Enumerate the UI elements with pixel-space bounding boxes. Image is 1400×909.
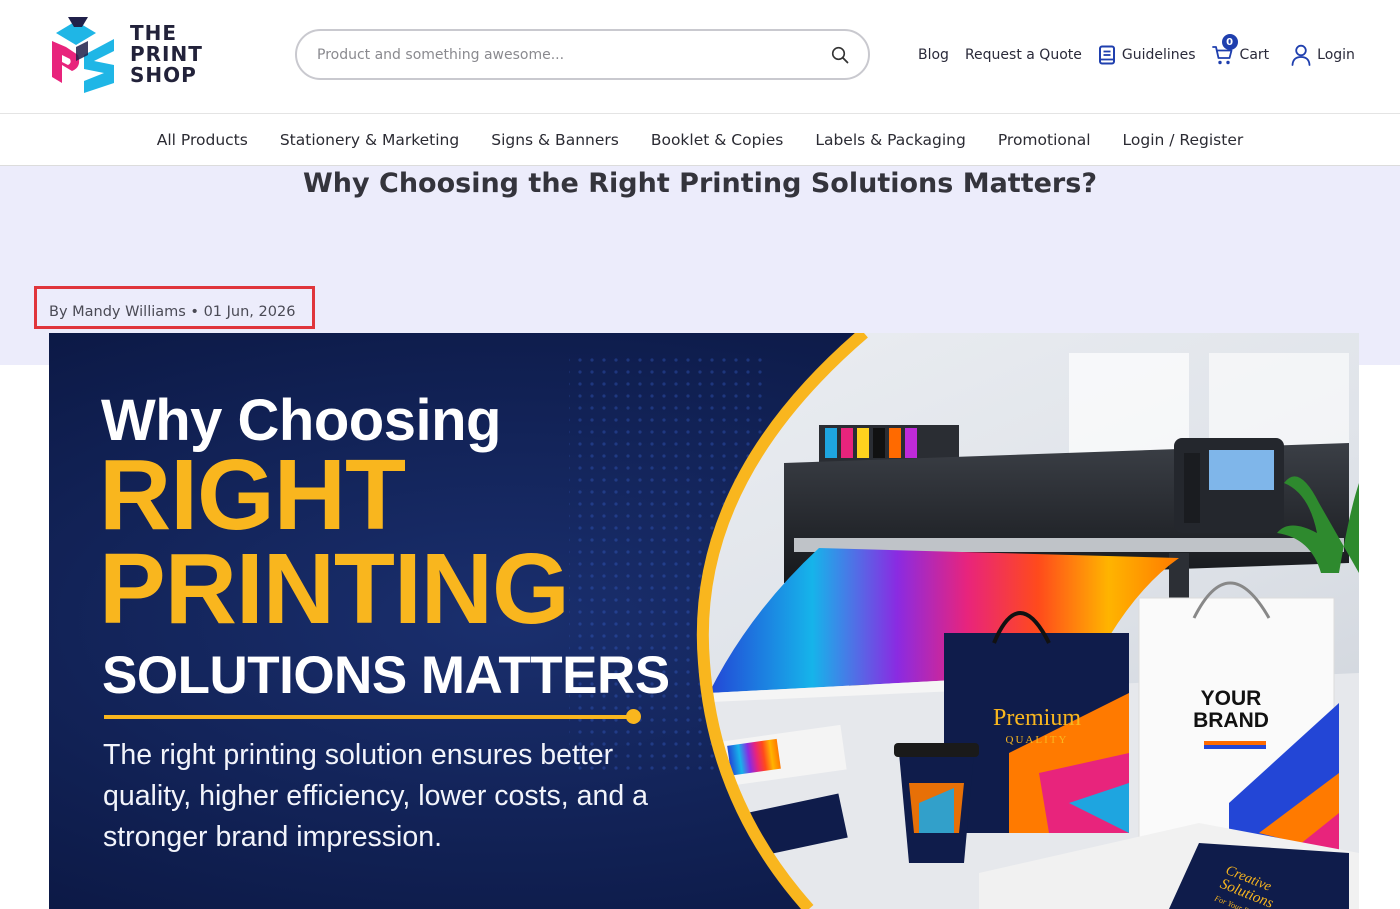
banner-heading-solutions: SOLUTIONS MATTERS — [102, 646, 670, 705]
post-meta: By Mandy Williams • 01 Jun, 2026 — [34, 286, 315, 329]
banner-divider — [104, 715, 634, 719]
bag-brand-line: YOUR — [1200, 687, 1262, 710]
site-header: THE PRINT SHOP Blog Request a Quote Guid… — [0, 0, 1400, 114]
cart-link[interactable]: 0 Cart — [1211, 34, 1270, 66]
login-label: Login — [1317, 47, 1355, 63]
blog-link[interactable]: Blog — [918, 47, 949, 63]
site-logo[interactable]: THE PRINT SHOP — [48, 14, 208, 94]
premium-box-label: Premium QUALITY — [967, 705, 1107, 746]
search-bar — [295, 29, 870, 80]
print-shop-logo-icon — [48, 15, 120, 93]
cart-label: Cart — [1239, 47, 1270, 63]
cart-count-badge: 0 — [1221, 34, 1238, 50]
login-link[interactable]: Login — [1291, 44, 1355, 66]
logo-line: PRINT — [130, 41, 203, 66]
utility-links: Blog Request a Quote Guidelines 0 Cart L… — [918, 34, 1355, 74]
nav-signs-banners[interactable]: Signs & Banners — [491, 131, 619, 149]
nav-booklet-copies[interactable]: Booklet & Copies — [651, 131, 784, 149]
bag-brand-line: BRAND — [1193, 709, 1269, 732]
document-icon — [1098, 45, 1115, 65]
banner-heading-right: RIGHT — [99, 439, 406, 551]
premium-title: Premium — [993, 705, 1081, 731]
search-input[interactable] — [317, 46, 830, 63]
banner-body-text: The right printing solution ensures bett… — [103, 739, 648, 853]
logo-wordmark: THE PRINT SHOP — [130, 20, 203, 87]
featured-banner-image: Why Choosing RIGHT PRINTING SOLUTIONS MA… — [49, 333, 1359, 909]
logo-line: SHOP — [130, 62, 197, 87]
search-icon[interactable] — [830, 45, 850, 65]
logo-line: THE — [130, 20, 178, 45]
banner-heading-printing: PRINTING — [99, 533, 570, 645]
nav-all-products[interactable]: All Products — [157, 131, 248, 149]
nav-promotional[interactable]: Promotional — [998, 131, 1091, 149]
guidelines-link[interactable]: Guidelines — [1098, 45, 1196, 65]
guidelines-label: Guidelines — [1121, 47, 1196, 63]
main-nav: All Products Stationery & Marketing Sign… — [0, 115, 1400, 166]
nav-labels-packaging[interactable]: Labels & Packaging — [815, 131, 966, 149]
premium-subtitle: QUALITY — [1005, 734, 1069, 746]
banner-divider-dot — [626, 709, 641, 724]
post-title: Why Choosing the Right Printing Solution… — [303, 168, 1097, 199]
nav-login-register[interactable]: Login / Register — [1123, 131, 1244, 149]
request-quote-link[interactable]: Request a Quote — [965, 47, 1082, 63]
user-icon — [1291, 44, 1311, 66]
bag-brand-label: YOUR BRAND — [1176, 688, 1286, 732]
nav-stationery-marketing[interactable]: Stationery & Marketing — [280, 131, 459, 149]
